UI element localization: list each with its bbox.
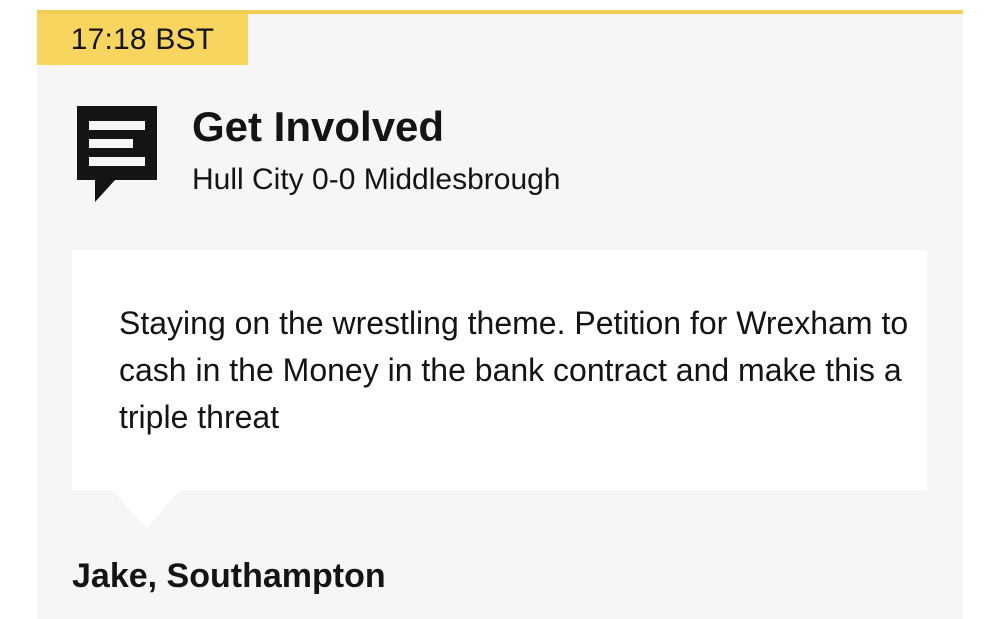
comment-icon (77, 106, 157, 202)
quote-text: Staying on the wrestling theme. Petition… (119, 305, 909, 435)
live-post-card: 17:18 BST Get Involved Hull City 0-0 Mid… (37, 10, 963, 619)
post-subtitle: Hull City 0-0 Middlesbrough (192, 163, 561, 196)
quote-author: Jake, Southampton (72, 557, 386, 595)
quote-bubble-tail (112, 490, 180, 528)
quote-bubble: Staying on the wrestling theme. Petition… (72, 250, 927, 490)
timestamp-badge: 17:18 BST (37, 14, 248, 65)
post-title: Get Involved (192, 103, 445, 150)
